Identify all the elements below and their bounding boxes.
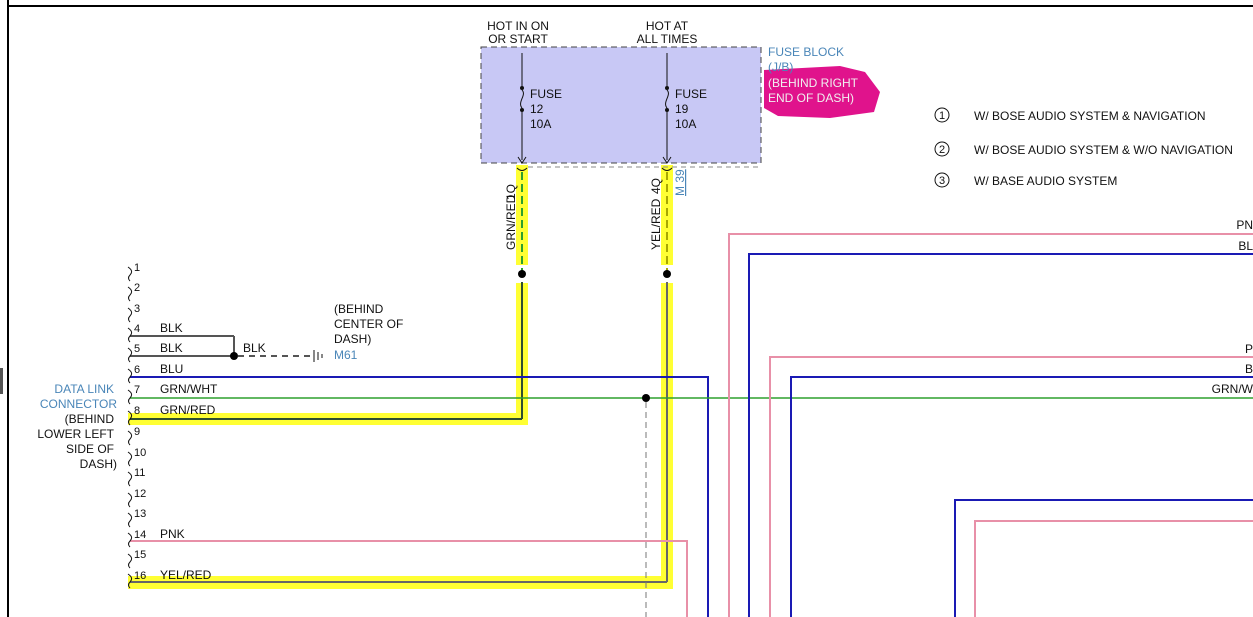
hot-all-label-2: ALL TIMES xyxy=(637,32,698,46)
pin-wire-color: GRN/RED xyxy=(160,403,216,417)
pin-number: 1 xyxy=(134,262,140,274)
pin-bracket xyxy=(127,368,133,384)
fuse-block-loc-1: (BEHIND RIGHT xyxy=(768,76,859,90)
edge-label-p: P xyxy=(1245,342,1253,356)
fuse-19-amp: 10A xyxy=(675,117,696,131)
pin-number: 7 xyxy=(134,384,140,396)
legend-num-2: 2 xyxy=(939,144,945,156)
pin-number: 13 xyxy=(134,508,146,520)
hot-run-label-1: HOT IN ON xyxy=(487,19,549,33)
ground-loc-3: DASH) xyxy=(334,332,371,346)
pin-bracket xyxy=(127,286,133,302)
fuse-block-loc-2: END OF DASH) xyxy=(768,91,854,105)
dlc-loc-1: (BEHIND xyxy=(65,412,115,426)
pin-bracket xyxy=(127,327,133,343)
pin-bracket xyxy=(127,512,133,528)
fuse-19-num: 19 xyxy=(675,102,689,116)
page-edge-tab xyxy=(0,368,3,394)
fuse-12-amp: 10A xyxy=(530,117,551,131)
yel-red-wire-label: YEL/RED xyxy=(649,198,663,250)
fuse-19-pin: 4Q xyxy=(649,178,663,194)
wiring-diagram: HOT IN ON OR START HOT AT ALL TIMES FUSE… xyxy=(0,0,1253,617)
pin-number: 6 xyxy=(134,364,140,376)
ground-loc-1: (BEHIND xyxy=(334,302,384,316)
legend-num-1: 1 xyxy=(939,110,945,122)
dlc-loc-2: LOWER LEFT xyxy=(37,427,114,441)
right-wires xyxy=(728,233,1253,617)
pin-bracket xyxy=(127,471,133,487)
pin-wire-color: GRN/WHT xyxy=(160,382,218,396)
pin-bracket xyxy=(127,266,133,282)
legend-text-1: W/ BOSE AUDIO SYSTEM & NAVIGATION xyxy=(974,109,1206,123)
pin-bracket xyxy=(127,389,133,405)
hot-all-label-1: HOT AT xyxy=(646,19,689,33)
fuse-block-sub: (J/B) xyxy=(768,60,793,74)
edge-label-b: B xyxy=(1245,362,1253,376)
pin-number: 11 xyxy=(134,467,145,479)
dlc-name-1: DATA LINK xyxy=(54,382,114,396)
ground-wire-label: BLK xyxy=(243,341,266,355)
edge-label-grn-wht: GRN/W xyxy=(1212,382,1253,396)
fuse-block-title: FUSE BLOCK xyxy=(768,45,844,59)
edge-label-blu: BL xyxy=(1238,239,1253,253)
legend: 1 W/ BOSE AUDIO SYSTEM & NAVIGATION 2 W/… xyxy=(934,107,1233,188)
fuse-19-label: FUSE xyxy=(675,87,707,101)
pin-wire-color: BLU xyxy=(160,362,183,376)
wire-blk-ground xyxy=(130,335,323,362)
pin-number: 12 xyxy=(134,488,146,500)
pin-wire-color: YEL/RED xyxy=(160,568,212,582)
dlc-loc-3: SIDE OF xyxy=(66,442,114,456)
dlc-name-2: CONNECTOR xyxy=(40,397,117,411)
pin-number: 3 xyxy=(134,303,140,315)
fuse-12-num: 12 xyxy=(530,102,544,116)
pin-number: 14 xyxy=(134,529,146,541)
hot-run-label-2: OR START xyxy=(488,32,548,46)
legend-text-3: W/ BASE AUDIO SYSTEM xyxy=(974,174,1117,188)
m39-connector-link[interactable]: M 39 xyxy=(673,169,687,196)
pin-number: 10 xyxy=(134,447,146,459)
pin-number: 5 xyxy=(134,343,140,355)
grn-red-wire-label: GRN/RED xyxy=(504,194,518,250)
pin-bracket xyxy=(127,553,133,569)
pin-number: 16 xyxy=(134,570,146,582)
pin-wire-color: PNK xyxy=(160,527,185,541)
pin-number: 15 xyxy=(134,549,146,561)
ground-loc-2: CENTER OF xyxy=(334,317,403,331)
pin-wire-color: BLK xyxy=(160,341,183,355)
pin-bracket xyxy=(127,532,133,548)
pin-number: 2 xyxy=(134,282,140,294)
pin-bracket xyxy=(127,307,133,323)
pin-number: 9 xyxy=(134,426,140,438)
pin-bracket xyxy=(127,347,133,363)
pin-wire-color: BLK xyxy=(160,321,183,335)
ground-id-link[interactable]: M61 xyxy=(334,348,358,362)
legend-num-3: 3 xyxy=(939,175,945,187)
fuse-12-label: FUSE xyxy=(530,87,562,101)
pin-bracket xyxy=(127,492,133,508)
legend-text-2: W/ BOSE AUDIO SYSTEM & W/O NAVIGATION xyxy=(974,143,1233,157)
fuse-block xyxy=(480,46,762,164)
dlc-loc-4: DASH) xyxy=(80,457,117,471)
pin-number: 8 xyxy=(134,405,140,417)
pin-bracket xyxy=(127,430,133,446)
edge-label-pnk: PN xyxy=(1236,218,1253,232)
pin-bracket xyxy=(127,451,133,467)
connector-pin-marks xyxy=(127,266,133,589)
pin-number: 4 xyxy=(134,323,140,335)
